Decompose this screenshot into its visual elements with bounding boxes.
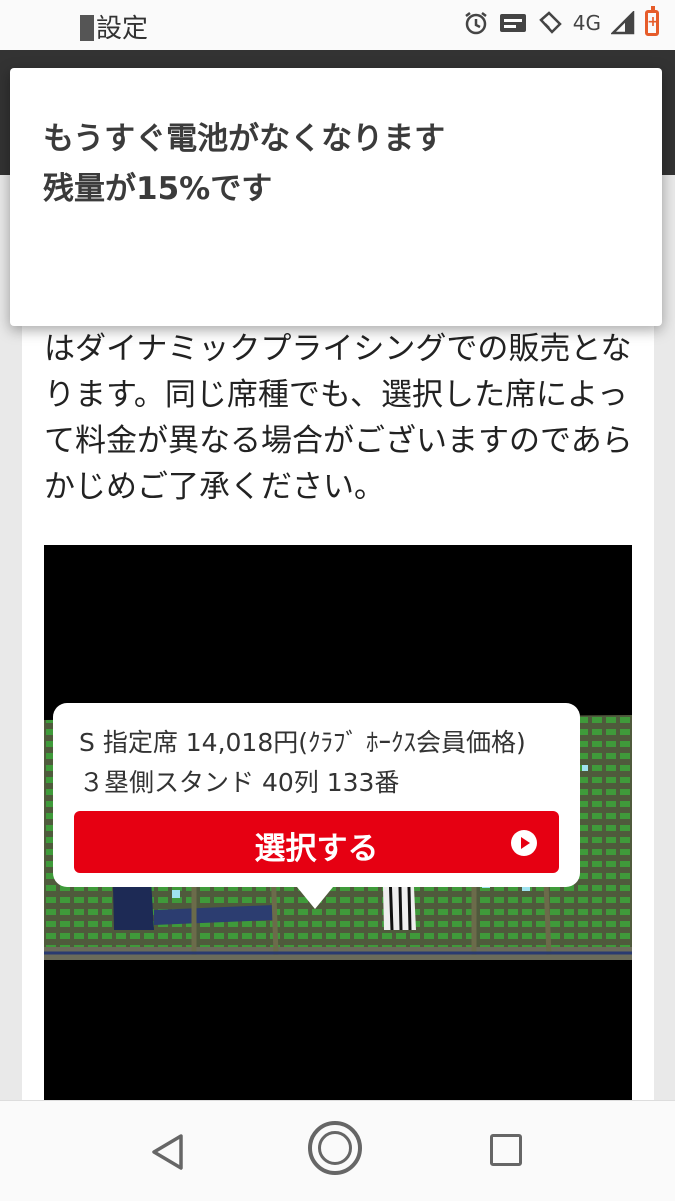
- recents-icon[interactable]: [490, 1134, 522, 1166]
- network-type: 4G: [572, 11, 601, 35]
- status-bar: 設定 4G: [0, 0, 675, 50]
- seat-type-price: S 指定席 14,018円(ｸﾗﾌﾞ ﾎｰｸｽ会員価格): [79, 728, 526, 757]
- battery-low-icon: [645, 6, 660, 36]
- battery-warning-dialog[interactable]: もうすぐ電池がなくなります 残量が15%です: [10, 68, 662, 326]
- select-seat-label: 選択する: [254, 831, 379, 867]
- select-seat-button[interactable]: 選択する: [74, 811, 559, 873]
- status-app-title: 設定: [80, 8, 148, 45]
- battery-warning-title: もうすぐ電池がなくなります: [43, 121, 446, 157]
- back-icon[interactable]: [150, 1133, 184, 1171]
- pricing-notice: はダイナミックプライシングでの販売となります。同じ席種でも、選択した席によって料…: [44, 331, 633, 505]
- seat-location: ３塁側スタンド 40列 133番: [79, 768, 400, 797]
- nfc-icon: [538, 11, 562, 34]
- alarm-icon: [465, 12, 487, 35]
- document-icon: [80, 15, 94, 41]
- seat-info-popup: S 指定席 14,018円(ｸﾗﾌﾞ ﾎｰｸｽ会員価格) ３塁側スタンド 40列…: [53, 703, 580, 909]
- cast-icon: [499, 14, 526, 32]
- battery-remaining-text: 残量が15%です: [43, 171, 273, 207]
- play-circle-icon: [511, 830, 537, 856]
- home-icon[interactable]: [308, 1121, 362, 1175]
- signal-icon: [611, 11, 635, 35]
- navigation-bar: [0, 1100, 675, 1201]
- status-icons: 4G: [463, 6, 660, 36]
- popup-pointer: [297, 887, 333, 909]
